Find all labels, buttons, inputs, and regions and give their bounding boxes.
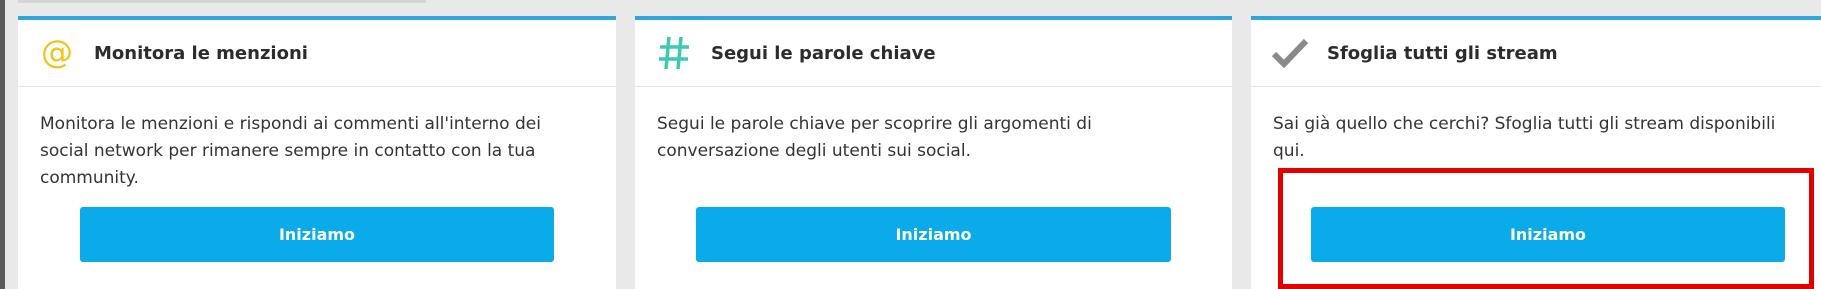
card-header: Sfoglia tutti gli stream bbox=[1251, 20, 1821, 87]
card-browse-streams: Sfoglia tutti gli stream Sai già quello … bbox=[1251, 16, 1821, 289]
start-monitor-mentions-button[interactable]: Iniziamo bbox=[80, 207, 554, 262]
card-description: Sai già quello che cerchi? Sfoglia tutti… bbox=[1273, 114, 1776, 161]
card-follow-keywords: Segui le parole chiave Segui le parole c… bbox=[635, 16, 1232, 289]
start-browse-streams-button[interactable]: Iniziamo bbox=[1311, 207, 1785, 262]
hashtag-icon bbox=[653, 32, 695, 74]
svg-text:@: @ bbox=[41, 35, 73, 71]
at-sign-icon: @ bbox=[36, 32, 78, 74]
start-follow-keywords-button[interactable]: Iniziamo bbox=[696, 207, 1171, 262]
window-left-edge bbox=[0, 0, 5, 289]
card-title: Monitora le menzioni bbox=[94, 42, 308, 64]
card-monitor-mentions: @ Monitora le menzioni Monitora le menzi… bbox=[18, 16, 616, 289]
card-description: Segui le parole chiave per scoprire gli … bbox=[657, 114, 1092, 161]
card-title: Segui le parole chiave bbox=[711, 42, 936, 64]
tab-edge bbox=[18, 0, 426, 3]
card-title: Sfoglia tutti gli stream bbox=[1327, 42, 1558, 64]
checkmark-icon bbox=[1269, 32, 1311, 74]
card-header: @ Monitora le menzioni bbox=[18, 20, 616, 87]
card-header: Segui le parole chiave bbox=[635, 20, 1232, 87]
card-description: Monitora le menzioni e rispondi ai comme… bbox=[40, 114, 541, 188]
